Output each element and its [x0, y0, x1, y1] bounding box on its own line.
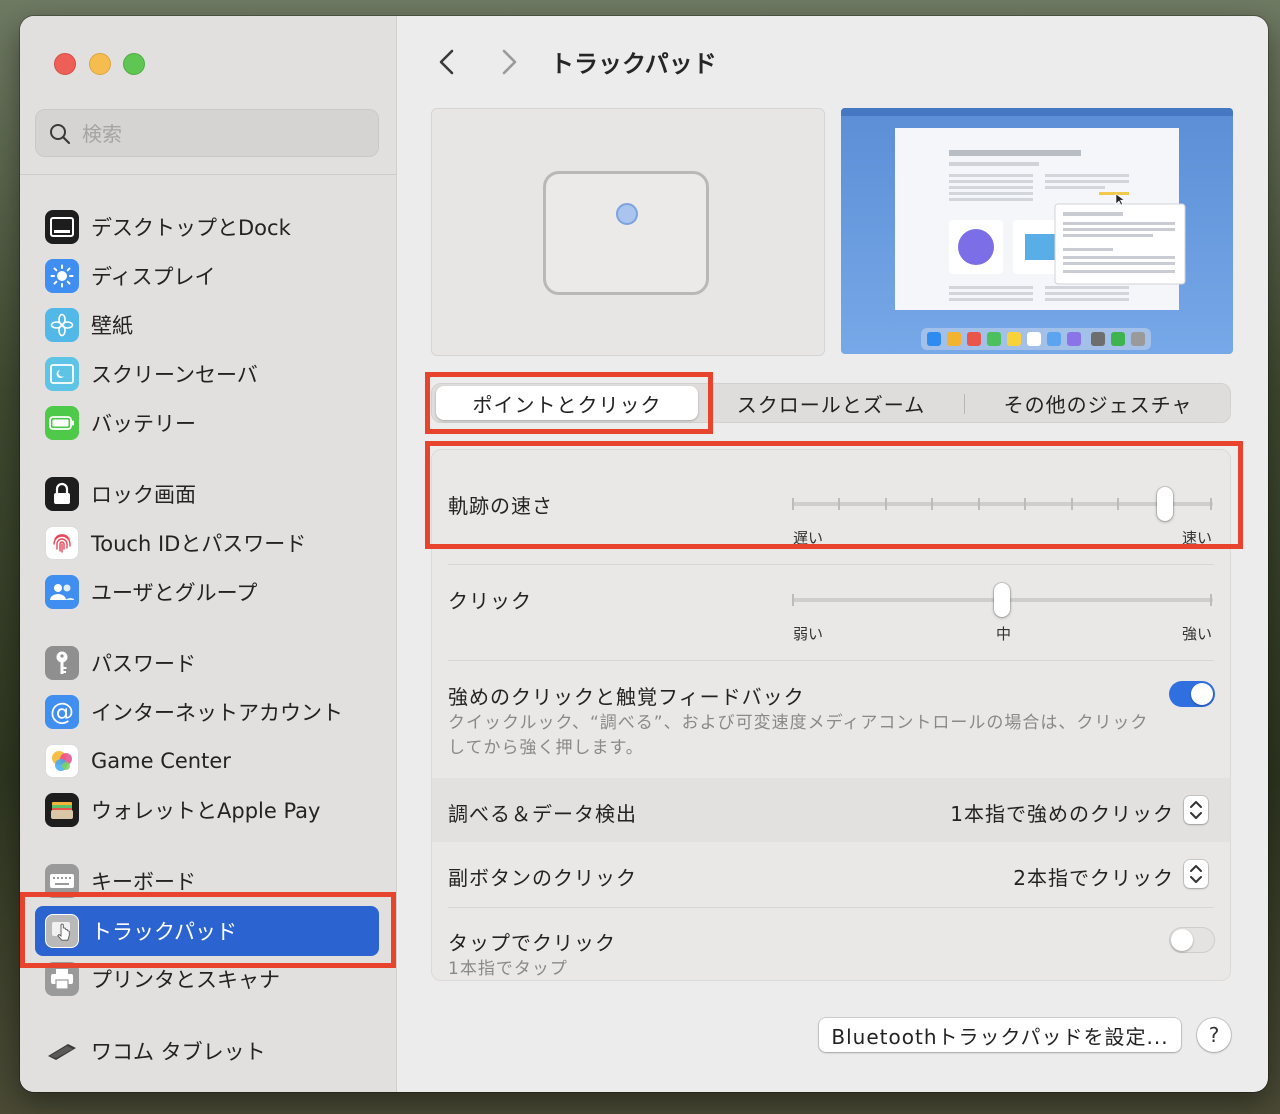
search-icon: [50, 124, 71, 145]
click-pressure-label: クリック: [448, 589, 532, 613]
row-divider: [448, 660, 1214, 661]
close-window-button[interactable]: [54, 53, 76, 75]
sidebar-item-passwords[interactable]: パスワード: [35, 641, 379, 685]
zoom-window-button[interactable]: [123, 53, 145, 75]
tap-to-click-label: タップでクリック: [448, 931, 616, 955]
demo-screen-illustration: [841, 108, 1233, 350]
screen-demo-preview: [841, 108, 1233, 354]
sidebar-item-wacom-tablet[interactable]: ワコム タブレット: [35, 1029, 379, 1073]
sidebar-item-game-center[interactable]: Game Center: [35, 739, 379, 783]
force-click-desc-2: してから強く押します。: [448, 738, 644, 758]
tap-to-click-sub: 1本指でタップ: [448, 959, 568, 979]
tablet-icon: [45, 1034, 79, 1068]
click-pressure-slider[interactable]: [994, 583, 1010, 617]
sidebar-item-label: ウォレットとApple Pay: [91, 799, 321, 823]
sidebar-item-label: プリンタとスキャナ: [91, 968, 280, 992]
sidebar-item-label: ディスプレイ: [91, 265, 216, 289]
secondary-click-label: 副ボタンのクリック: [448, 866, 637, 890]
lookup-value[interactable]: 1本指で強めのクリック: [950, 798, 1174, 827]
back-chevron-icon[interactable]: [433, 46, 463, 78]
sidebar-item-wallet[interactable]: ウォレットとApple Pay: [35, 788, 379, 832]
sidebar-item-label: デスクトップとDock: [91, 216, 291, 240]
desktop-dock-icon: [45, 210, 79, 244]
click-max-label: 強い: [1182, 625, 1213, 643]
sidebar-item-label: 壁紙: [91, 314, 133, 338]
trackpad-gesture-preview: [431, 108, 825, 356]
game-center-icon: [45, 744, 79, 778]
at-sign-icon: @: [45, 695, 79, 729]
sidebar-item-label: ロック画面: [91, 483, 196, 507]
battery-icon: [45, 406, 79, 440]
fingerprint-icon: [45, 526, 79, 560]
sidebar-item-label: スクリーンセーバ: [91, 363, 258, 387]
setup-bluetooth-trackpad-button[interactable]: Bluetoothトラックパッドを設定...: [819, 1018, 1181, 1052]
toggle-knob: [1191, 683, 1213, 705]
help-button[interactable]: ?: [1197, 1018, 1231, 1052]
sidebar-item-label: インターネットアカウント: [91, 701, 343, 725]
sidebar-divider: [20, 174, 396, 175]
sidebar-item-desktop-dock[interactable]: デスクトップとDock: [35, 205, 379, 249]
secondary-click-value[interactable]: 2本指でクリック: [1013, 862, 1174, 891]
settings-window: デスクトップとDock ディスプレイ 壁紙 スクリーンセーバ バッテリー: [20, 16, 1268, 1092]
lookup-stepper-icon[interactable]: [1184, 796, 1208, 824]
page-title: トラックパッド: [550, 50, 717, 78]
sidebar-item-lock-screen[interactable]: ロック画面: [35, 472, 379, 516]
slider-tick: [792, 594, 794, 606]
users-icon: [45, 575, 79, 609]
tab-more-gestures[interactable]: その他のジェスチャ: [965, 384, 1231, 422]
row-divider: [448, 564, 1214, 565]
sidebar-item-internet-accounts[interactable]: @ インターネットアカウント: [35, 690, 379, 734]
search-input[interactable]: [80, 118, 364, 150]
slider-tick: [1210, 594, 1212, 606]
click-min-label: 弱い: [793, 625, 824, 643]
trackpad-illustration: [543, 171, 709, 295]
sidebar-item-label: バッテリー: [91, 412, 196, 436]
highlight-trackpad-sidebar: [20, 892, 396, 968]
sidebar-item-label: Touch IDとパスワード: [91, 532, 307, 556]
sidebar-item-screensaver[interactable]: スクリーンセーバ: [35, 352, 379, 396]
lock-icon: [45, 477, 79, 511]
sidebar-item-label: Game Center: [91, 749, 231, 773]
sidebar-item-label: ワコム タブレット: [91, 1040, 266, 1064]
sidebar-item-label: パスワード: [91, 652, 196, 676]
tap-to-click-toggle[interactable]: [1169, 927, 1215, 953]
tab-scroll-and-zoom[interactable]: スクロールとズーム: [698, 384, 964, 422]
sidebar-item-display[interactable]: ディスプレイ: [35, 254, 379, 298]
highlight-tracking-speed: [425, 441, 1243, 549]
highlight-point-click-tab: [425, 372, 713, 434]
display-brightness-icon: [45, 259, 79, 293]
finger-dot: [616, 203, 638, 225]
lookup-label: 調べる＆データ検出: [448, 802, 637, 826]
force-click-desc-1: クイックルック、“調べる”、および可変速度メディアコントロールの場合は、クリック: [448, 713, 1149, 733]
click-mid-label: 中: [996, 625, 1012, 643]
secondary-click-stepper-icon[interactable]: [1184, 860, 1208, 888]
screensaver-icon: [45, 357, 79, 391]
sidebar-item-wallpaper[interactable]: 壁紙: [35, 303, 379, 347]
forward-chevron-icon[interactable]: [493, 46, 523, 78]
sidebar-item-label: ユーザとグループ: [91, 581, 258, 605]
toggle-knob: [1171, 929, 1193, 951]
main-pane: トラックパッド ポイントとクリック スクロールとズーム その他のジェスチャ 軌跡…: [397, 16, 1268, 1092]
sidebar-item-touch-id[interactable]: Touch IDとパスワード: [35, 521, 379, 565]
key-icon: [45, 646, 79, 680]
search-field[interactable]: [35, 109, 379, 157]
sidebar-item-battery[interactable]: バッテリー: [35, 401, 379, 445]
wallet-icon: [45, 793, 79, 827]
wallpaper-flower-icon: [45, 308, 79, 342]
sidebar-item-users-groups[interactable]: ユーザとグループ: [35, 570, 379, 614]
force-click-toggle[interactable]: [1169, 681, 1215, 707]
force-click-label: 強めのクリックと触覚フィードバック: [448, 685, 805, 709]
row-divider: [448, 907, 1214, 908]
minimize-window-button[interactable]: [89, 53, 111, 75]
